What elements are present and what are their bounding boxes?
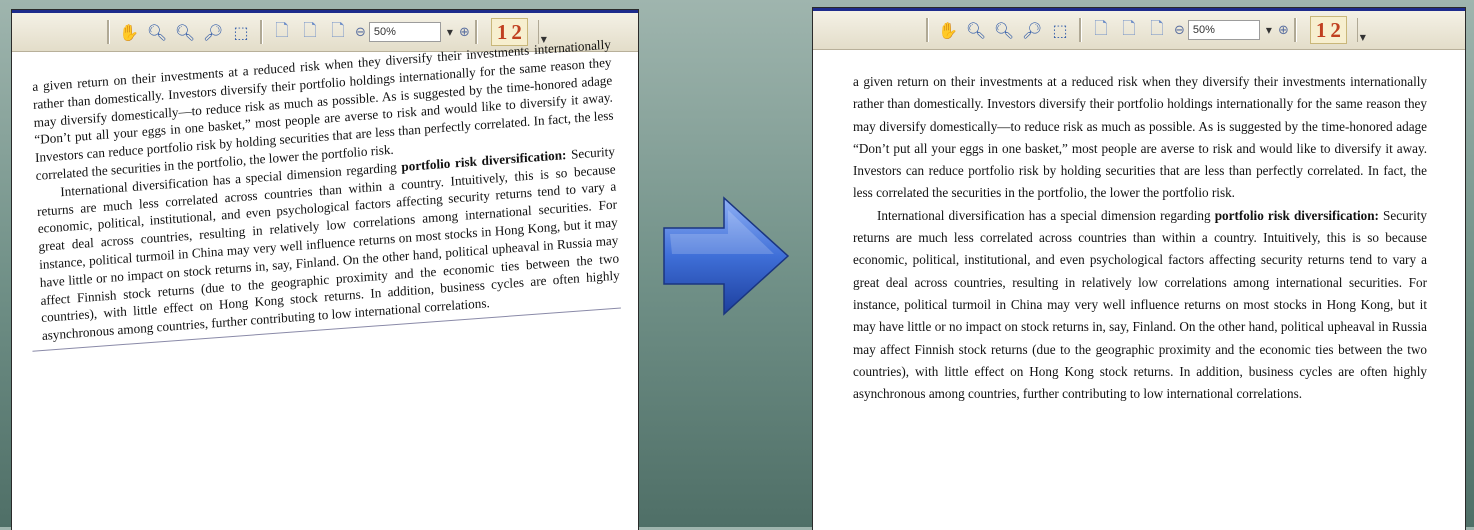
deskewed-document-text: a given return on their investments at a… bbox=[853, 71, 1427, 405]
zoom-control: ⊖ 50% ▾ ⊕ bbox=[1174, 20, 1289, 40]
page-number-2: 2 bbox=[511, 20, 522, 44]
after-viewer-panel: ✋ 🔍︎ 🔍︎ 🔎︎ ⬚ 🗋 🗋 🗋 ⊖ 50% ▾ ⊕ 1 2 ▼ a giv… bbox=[813, 8, 1465, 530]
continuous-page-icon[interactable]: 🗋 bbox=[298, 20, 322, 44]
page-indicator[interactable]: 1 2 bbox=[1309, 16, 1347, 44]
toolbar-separator bbox=[260, 20, 263, 44]
facing-page-icon[interactable]: 🗋 bbox=[326, 20, 350, 44]
zoom-plus-icon[interactable]: ⊕ bbox=[1278, 23, 1289, 38]
toolbar-separator bbox=[474, 20, 478, 44]
select-area-icon[interactable]: ⬚ bbox=[1048, 18, 1072, 42]
zoom-area-icon[interactable]: 🔎︎ bbox=[1020, 18, 1044, 42]
paragraph-2-term: portfolio risk diversification: bbox=[1214, 207, 1379, 223]
document-paragraph-2: International diversification has a spec… bbox=[853, 205, 1427, 406]
zoom-plus-icon[interactable]: ⊕ bbox=[459, 25, 470, 40]
document-paragraph-1: a given return on their investments at a… bbox=[853, 74, 1427, 201]
page-number-2: 2 bbox=[1330, 18, 1341, 42]
before-viewer-panel: ✋ 🔍︎ 🔍︎ 🔎︎ ⬚ 🗋 🗋 🗋 ⊖ 50% ▾ ⊕ 1 2 ▼ a giv… bbox=[12, 10, 638, 530]
toolbar-separator bbox=[107, 20, 110, 44]
zoom-minus-icon[interactable]: ⊖ bbox=[1174, 23, 1185, 38]
zoom-area-icon[interactable]: 🔎︎ bbox=[201, 20, 225, 44]
arrow-right-icon bbox=[663, 196, 790, 316]
single-page-icon[interactable]: 🗋 bbox=[1089, 18, 1113, 42]
zoom-in-icon[interactable]: 🔍︎ bbox=[145, 20, 169, 44]
hand-icon[interactable]: ✋ bbox=[117, 20, 141, 44]
zoom-input[interactable]: 50% bbox=[1187, 20, 1260, 40]
single-page-icon[interactable]: 🗋 bbox=[270, 20, 294, 44]
paragraph-2-body: Security returns are much less correlate… bbox=[853, 207, 1427, 402]
paragraph-2-lead: International diversification has a spec… bbox=[877, 207, 1215, 223]
zoom-out-icon[interactable]: 🔍︎ bbox=[992, 18, 1016, 42]
zoom-dropdown-icon[interactable]: ▾ bbox=[447, 25, 453, 39]
zoom-minus-icon[interactable]: ⊖ bbox=[355, 25, 366, 40]
facing-page-icon[interactable]: 🗋 bbox=[1145, 18, 1169, 42]
zoom-input[interactable]: 50% bbox=[368, 22, 441, 42]
page-number-1: 1 bbox=[1315, 18, 1327, 42]
toolbar-separator bbox=[926, 18, 929, 42]
zoom-in-icon[interactable]: 🔍︎ bbox=[964, 18, 988, 42]
page-number-1: 1 bbox=[496, 20, 508, 44]
select-area-icon[interactable]: ⬚ bbox=[229, 20, 253, 44]
viewer-toolbar-after: ✋ 🔍︎ 🔍︎ 🔎︎ ⬚ 🗋 🗋 🗋 ⊖ 50% ▾ ⊕ 1 2 ▼ bbox=[813, 11, 1465, 50]
continuous-page-icon[interactable]: 🗋 bbox=[1117, 18, 1141, 42]
skewed-document-text: a given return on their investments at a… bbox=[32, 36, 621, 345]
zoom-out-icon[interactable]: 🔍︎ bbox=[173, 20, 197, 44]
zoom-dropdown-icon[interactable]: ▾ bbox=[1266, 23, 1272, 37]
toolbar-separator bbox=[1293, 18, 1297, 42]
toolbar-separator bbox=[1079, 18, 1082, 42]
transform-arrow bbox=[662, 196, 792, 316]
hand-icon[interactable]: ✋ bbox=[936, 18, 960, 42]
zoom-control: ⊖ 50% ▾ ⊕ bbox=[355, 22, 470, 42]
toolbar-overflow-icon[interactable]: ▼ bbox=[1356, 18, 1368, 42]
